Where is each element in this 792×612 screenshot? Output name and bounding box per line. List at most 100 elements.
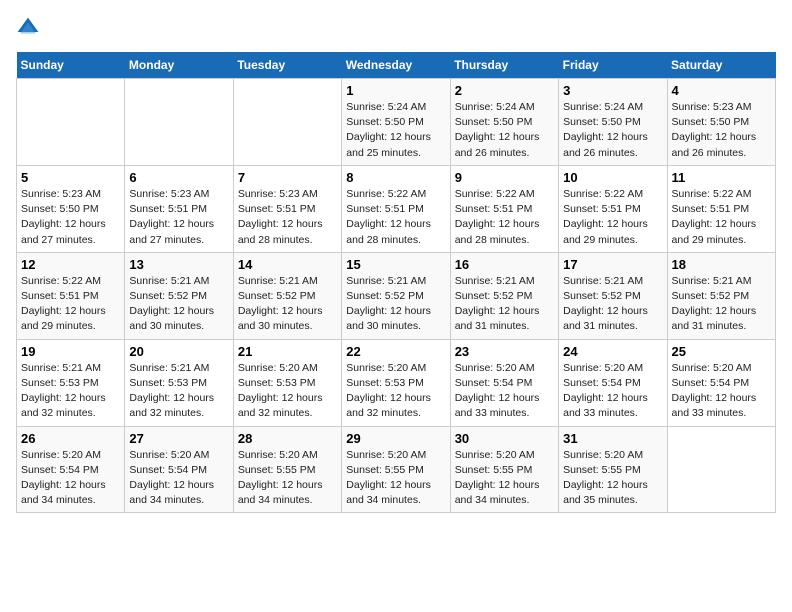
day-info: Sunrise: 5:22 AM Sunset: 5:51 PM Dayligh… (455, 187, 554, 248)
calendar-cell: 4 Sunrise: 5:23 AM Sunset: 5:50 PM Daylig… (667, 79, 775, 166)
day-info: Sunrise: 5:20 AM Sunset: 5:53 PM Dayligh… (346, 361, 445, 422)
day-number: 16 (455, 257, 554, 272)
day-number: 12 (21, 257, 120, 272)
day-info: Sunrise: 5:20 AM Sunset: 5:55 PM Dayligh… (346, 448, 445, 509)
calendar-cell: 19Sunrise: 5:21 AM Sunset: 5:53 PM Dayli… (17, 339, 125, 426)
calendar-cell: 17 Sunrise: 5:21 AM Sunset: 5:52 PM Dayli… (559, 252, 667, 339)
calendar-cell: 8 Sunrise: 5:22 AM Sunset: 5:51 PM Daylig… (342, 165, 450, 252)
day-number: 6 (129, 170, 228, 185)
day-info: Sunrise: 5:24 AM Sunset: 5:50 PM Dayligh… (346, 100, 445, 161)
calendar-cell: 13 Sunrise: 5:21 AM Sunset: 5:52 PM Dayli… (125, 252, 233, 339)
calendar-cell: 1 Sunrise: 5:24 AM Sunset: 5:50 PM Daylig… (342, 79, 450, 166)
day-info: Sunrise: 5:21 AM Sunset: 5:52 PM Dayligh… (563, 274, 662, 335)
day-info: Sunrise: 5:24 AM Sunset: 5:50 PM Dayligh… (455, 100, 554, 161)
day-info: Sunrise: 5:24 AM Sunset: 5:50 PM Dayligh… (563, 100, 662, 161)
day-number: 11 (672, 170, 771, 185)
day-info: Sunrise: 5:20 AM Sunset: 5:55 PM Dayligh… (238, 448, 337, 509)
day-info: Sunrise: 5:22 AM Sunset: 5:51 PM Dayligh… (672, 187, 771, 248)
calendar-cell: 24Sunrise: 5:20 AM Sunset: 5:54 PM Dayli… (559, 339, 667, 426)
calendar-cell: 10 Sunrise: 5:22 AM Sunset: 5:51 PM Dayli… (559, 165, 667, 252)
page-header (16, 16, 776, 40)
day-number: 13 (129, 257, 228, 272)
day-number: 8 (346, 170, 445, 185)
day-number: 9 (455, 170, 554, 185)
weekday-header-wednesday: Wednesday (342, 52, 450, 79)
calendar-cell: 5Sunrise: 5:23 AM Sunset: 5:50 PM Daylig… (17, 165, 125, 252)
calendar-cell: 16 Sunrise: 5:21 AM Sunset: 5:52 PM Dayli… (450, 252, 558, 339)
calendar-cell: 15 Sunrise: 5:21 AM Sunset: 5:52 PM Dayli… (342, 252, 450, 339)
calendar-week-row: 12 Sunrise: 5:22 AM Sunset: 5:51 PM Dayli… (17, 252, 776, 339)
day-info: Sunrise: 5:20 AM Sunset: 5:54 PM Dayligh… (21, 448, 120, 509)
day-number: 14 (238, 257, 337, 272)
day-number: 10 (563, 170, 662, 185)
day-number: 29 (346, 431, 445, 446)
calendar-cell: 28 Sunrise: 5:20 AM Sunset: 5:55 PM Dayli… (233, 426, 341, 513)
day-info: Sunrise: 5:23 AM Sunset: 5:51 PM Dayligh… (129, 187, 228, 248)
day-info: Sunrise: 5:20 AM Sunset: 5:55 PM Dayligh… (455, 448, 554, 509)
day-info: Sunrise: 5:23 AM Sunset: 5:50 PM Dayligh… (21, 187, 120, 248)
weekday-header-tuesday: Tuesday (233, 52, 341, 79)
day-info: Sunrise: 5:20 AM Sunset: 5:54 PM Dayligh… (672, 361, 771, 422)
day-info: Sunrise: 5:20 AM Sunset: 5:53 PM Dayligh… (238, 361, 337, 422)
calendar-cell (125, 79, 233, 166)
calendar-table: SundayMondayTuesdayWednesdayThursdayFrid… (16, 52, 776, 513)
calendar-cell: 14Sunrise: 5:21 AM Sunset: 5:52 PM Dayli… (233, 252, 341, 339)
calendar-week-row: 19Sunrise: 5:21 AM Sunset: 5:53 PM Dayli… (17, 339, 776, 426)
day-info: Sunrise: 5:22 AM Sunset: 5:51 PM Dayligh… (563, 187, 662, 248)
day-number: 28 (238, 431, 337, 446)
day-info: Sunrise: 5:20 AM Sunset: 5:55 PM Dayligh… (563, 448, 662, 509)
calendar-week-row: 26Sunrise: 5:20 AM Sunset: 5:54 PM Dayli… (17, 426, 776, 513)
calendar-cell: 7 Sunrise: 5:23 AM Sunset: 5:51 PM Daylig… (233, 165, 341, 252)
weekday-header-saturday: Saturday (667, 52, 775, 79)
day-number: 1 (346, 83, 445, 98)
day-number: 18 (672, 257, 771, 272)
calendar-cell (233, 79, 341, 166)
day-info: Sunrise: 5:23 AM Sunset: 5:51 PM Dayligh… (238, 187, 337, 248)
day-info: Sunrise: 5:21 AM Sunset: 5:52 PM Dayligh… (672, 274, 771, 335)
day-info: Sunrise: 5:21 AM Sunset: 5:52 PM Dayligh… (129, 274, 228, 335)
day-number: 31 (563, 431, 662, 446)
weekday-header-thursday: Thursday (450, 52, 558, 79)
day-number: 3 (563, 83, 662, 98)
calendar-cell: 30 Sunrise: 5:20 AM Sunset: 5:55 PM Dayli… (450, 426, 558, 513)
weekday-header-monday: Monday (125, 52, 233, 79)
day-number: 23 (455, 344, 554, 359)
calendar-cell: 20 Sunrise: 5:21 AM Sunset: 5:53 PM Dayli… (125, 339, 233, 426)
day-info: Sunrise: 5:23 AM Sunset: 5:50 PM Dayligh… (672, 100, 771, 161)
weekday-header-sunday: Sunday (17, 52, 125, 79)
calendar-cell: 3 Sunrise: 5:24 AM Sunset: 5:50 PM Daylig… (559, 79, 667, 166)
calendar-cell: 9 Sunrise: 5:22 AM Sunset: 5:51 PM Daylig… (450, 165, 558, 252)
calendar-cell: 11 Sunrise: 5:22 AM Sunset: 5:51 PM Dayli… (667, 165, 775, 252)
day-info: Sunrise: 5:22 AM Sunset: 5:51 PM Dayligh… (21, 274, 120, 335)
day-number: 30 (455, 431, 554, 446)
calendar-cell: 23Sunrise: 5:20 AM Sunset: 5:54 PM Dayli… (450, 339, 558, 426)
calendar-cell: 12 Sunrise: 5:22 AM Sunset: 5:51 PM Dayli… (17, 252, 125, 339)
logo-icon (16, 16, 40, 40)
day-number: 4 (672, 83, 771, 98)
day-number: 2 (455, 83, 554, 98)
calendar-cell: 22 Sunrise: 5:20 AM Sunset: 5:53 PM Dayli… (342, 339, 450, 426)
day-number: 17 (563, 257, 662, 272)
day-number: 21 (238, 344, 337, 359)
calendar-week-row: 5Sunrise: 5:23 AM Sunset: 5:50 PM Daylig… (17, 165, 776, 252)
day-number: 15 (346, 257, 445, 272)
day-info: Sunrise: 5:21 AM Sunset: 5:53 PM Dayligh… (129, 361, 228, 422)
calendar-cell: 29 Sunrise: 5:20 AM Sunset: 5:55 PM Dayli… (342, 426, 450, 513)
day-info: Sunrise: 5:21 AM Sunset: 5:52 PM Dayligh… (455, 274, 554, 335)
calendar-cell: 21 Sunrise: 5:20 AM Sunset: 5:53 PM Dayli… (233, 339, 341, 426)
logo (16, 16, 44, 40)
day-info: Sunrise: 5:22 AM Sunset: 5:51 PM Dayligh… (346, 187, 445, 248)
calendar-cell: 2 Sunrise: 5:24 AM Sunset: 5:50 PM Daylig… (450, 79, 558, 166)
day-number: 25 (672, 344, 771, 359)
day-info: Sunrise: 5:21 AM Sunset: 5:53 PM Dayligh… (21, 361, 120, 422)
calendar-cell: 6 Sunrise: 5:23 AM Sunset: 5:51 PM Daylig… (125, 165, 233, 252)
calendar-cell: 27Sunrise: 5:20 AM Sunset: 5:54 PM Dayli… (125, 426, 233, 513)
day-number: 20 (129, 344, 228, 359)
day-number: 22 (346, 344, 445, 359)
calendar-cell: 26Sunrise: 5:20 AM Sunset: 5:54 PM Dayli… (17, 426, 125, 513)
day-number: 7 (238, 170, 337, 185)
day-info: Sunrise: 5:21 AM Sunset: 5:52 PM Dayligh… (346, 274, 445, 335)
calendar-cell: 18 Sunrise: 5:21 AM Sunset: 5:52 PM Dayli… (667, 252, 775, 339)
calendar-week-row: 1 Sunrise: 5:24 AM Sunset: 5:50 PM Daylig… (17, 79, 776, 166)
weekday-header-friday: Friday (559, 52, 667, 79)
